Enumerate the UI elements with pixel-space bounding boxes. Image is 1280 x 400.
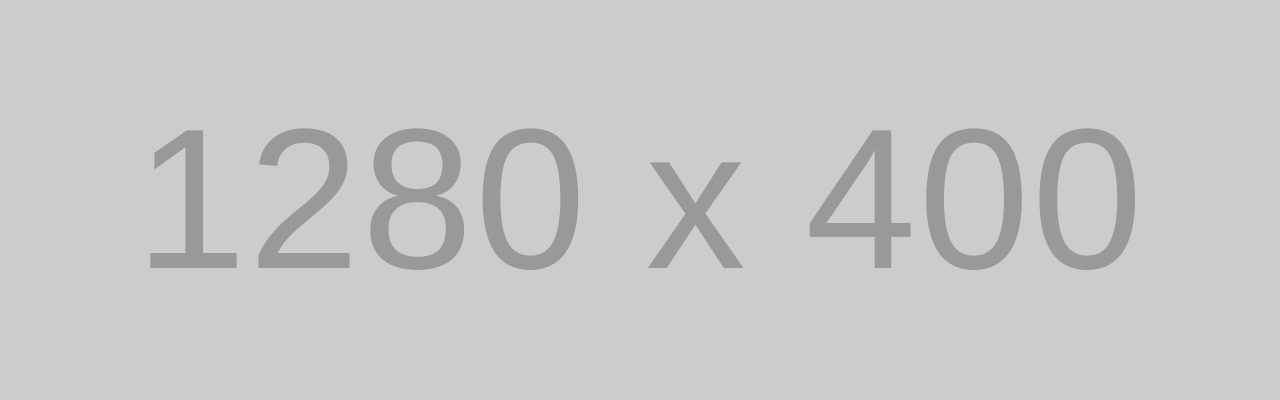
placeholder-dimensions-label: 1280 x 400: [135, 88, 1145, 311]
placeholder-image: 1280 x 400: [0, 0, 1280, 400]
